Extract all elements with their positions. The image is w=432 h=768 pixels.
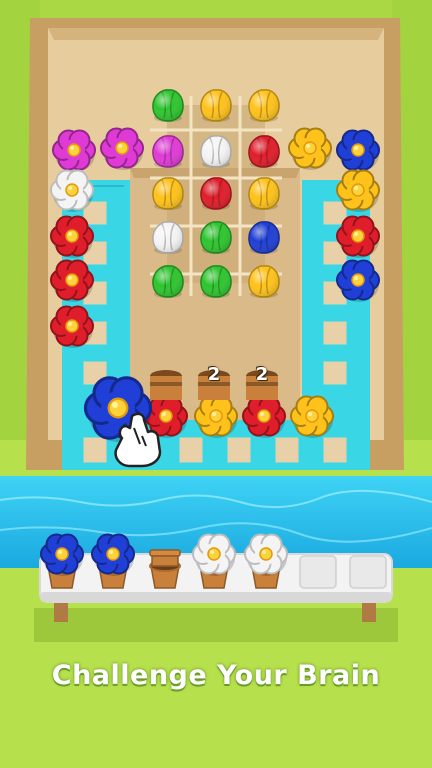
bud-yellow-r3c1[interactable] xyxy=(152,177,184,210)
bud-magenta-r2c1[interactable] xyxy=(152,135,184,168)
bud-blue-r4c3[interactable] xyxy=(248,221,280,254)
bud-red-r3c2[interactable] xyxy=(200,177,232,210)
bud-green-r5c2[interactable] xyxy=(200,265,232,298)
tray-slot-empty-6[interactable] xyxy=(299,555,337,589)
pot-counter-1: 2 xyxy=(207,364,221,385)
tray-slot-empty-7[interactable] xyxy=(349,555,387,589)
bud-white-r2c2[interactable] xyxy=(200,135,232,168)
tray-slot-3[interactable] xyxy=(149,549,181,589)
bud-yellow-r1c3[interactable] xyxy=(248,89,280,122)
bud-green-r4c2[interactable] xyxy=(200,221,232,254)
pot-counter-2: 2 xyxy=(255,364,269,385)
bud-yellow-r1c2[interactable] xyxy=(200,89,232,122)
bud-yellow-r3c3[interactable] xyxy=(248,177,280,210)
bud-red-r2c3[interactable] xyxy=(248,135,280,168)
bud-green-r5c1[interactable] xyxy=(152,265,184,298)
banner-text: Challenge Your Brain xyxy=(51,660,381,691)
bud-green-r1c1[interactable] xyxy=(152,89,184,122)
bud-white-r4c1[interactable] xyxy=(152,221,184,254)
bud-yellow-r5c3[interactable] xyxy=(248,265,280,298)
